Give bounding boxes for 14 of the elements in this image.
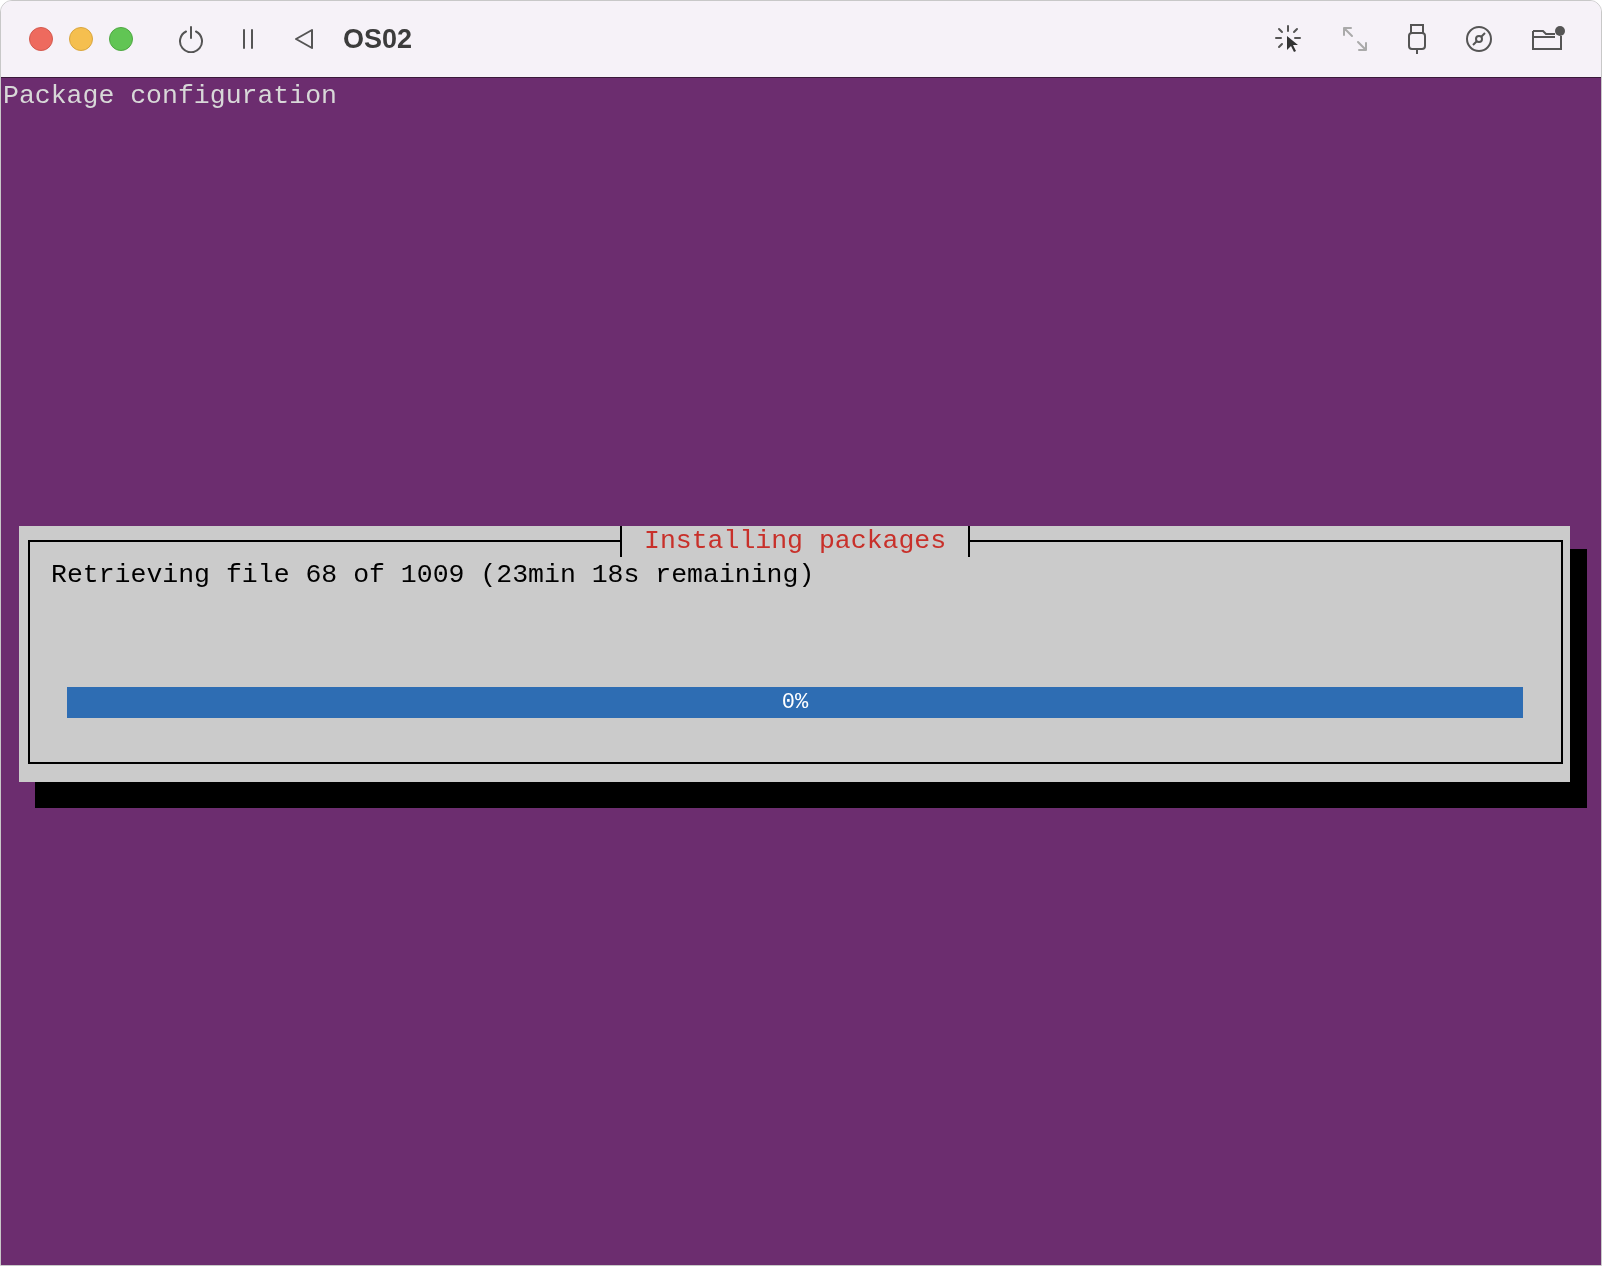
back-icon[interactable] — [293, 27, 315, 51]
pause-icon[interactable] — [241, 27, 255, 51]
shared-folder-icon[interactable] — [1531, 25, 1565, 53]
window-title: OS02 — [343, 22, 413, 56]
console-header: Package configuration — [3, 80, 337, 112]
dialog-title: Installing packages — [620, 526, 971, 557]
cursor-capture-icon[interactable] — [1273, 24, 1303, 54]
zoom-button[interactable] — [109, 27, 133, 51]
close-button[interactable] — [29, 27, 53, 51]
power-icon[interactable] — [177, 25, 205, 53]
disc-icon[interactable] — [1465, 25, 1493, 53]
usb-icon[interactable] — [1407, 23, 1427, 55]
status-message: Retrieving file 68 of 1009 (23min 18s remaining) — [51, 559, 815, 591]
progress-reading: 0% — [781, 689, 809, 717]
